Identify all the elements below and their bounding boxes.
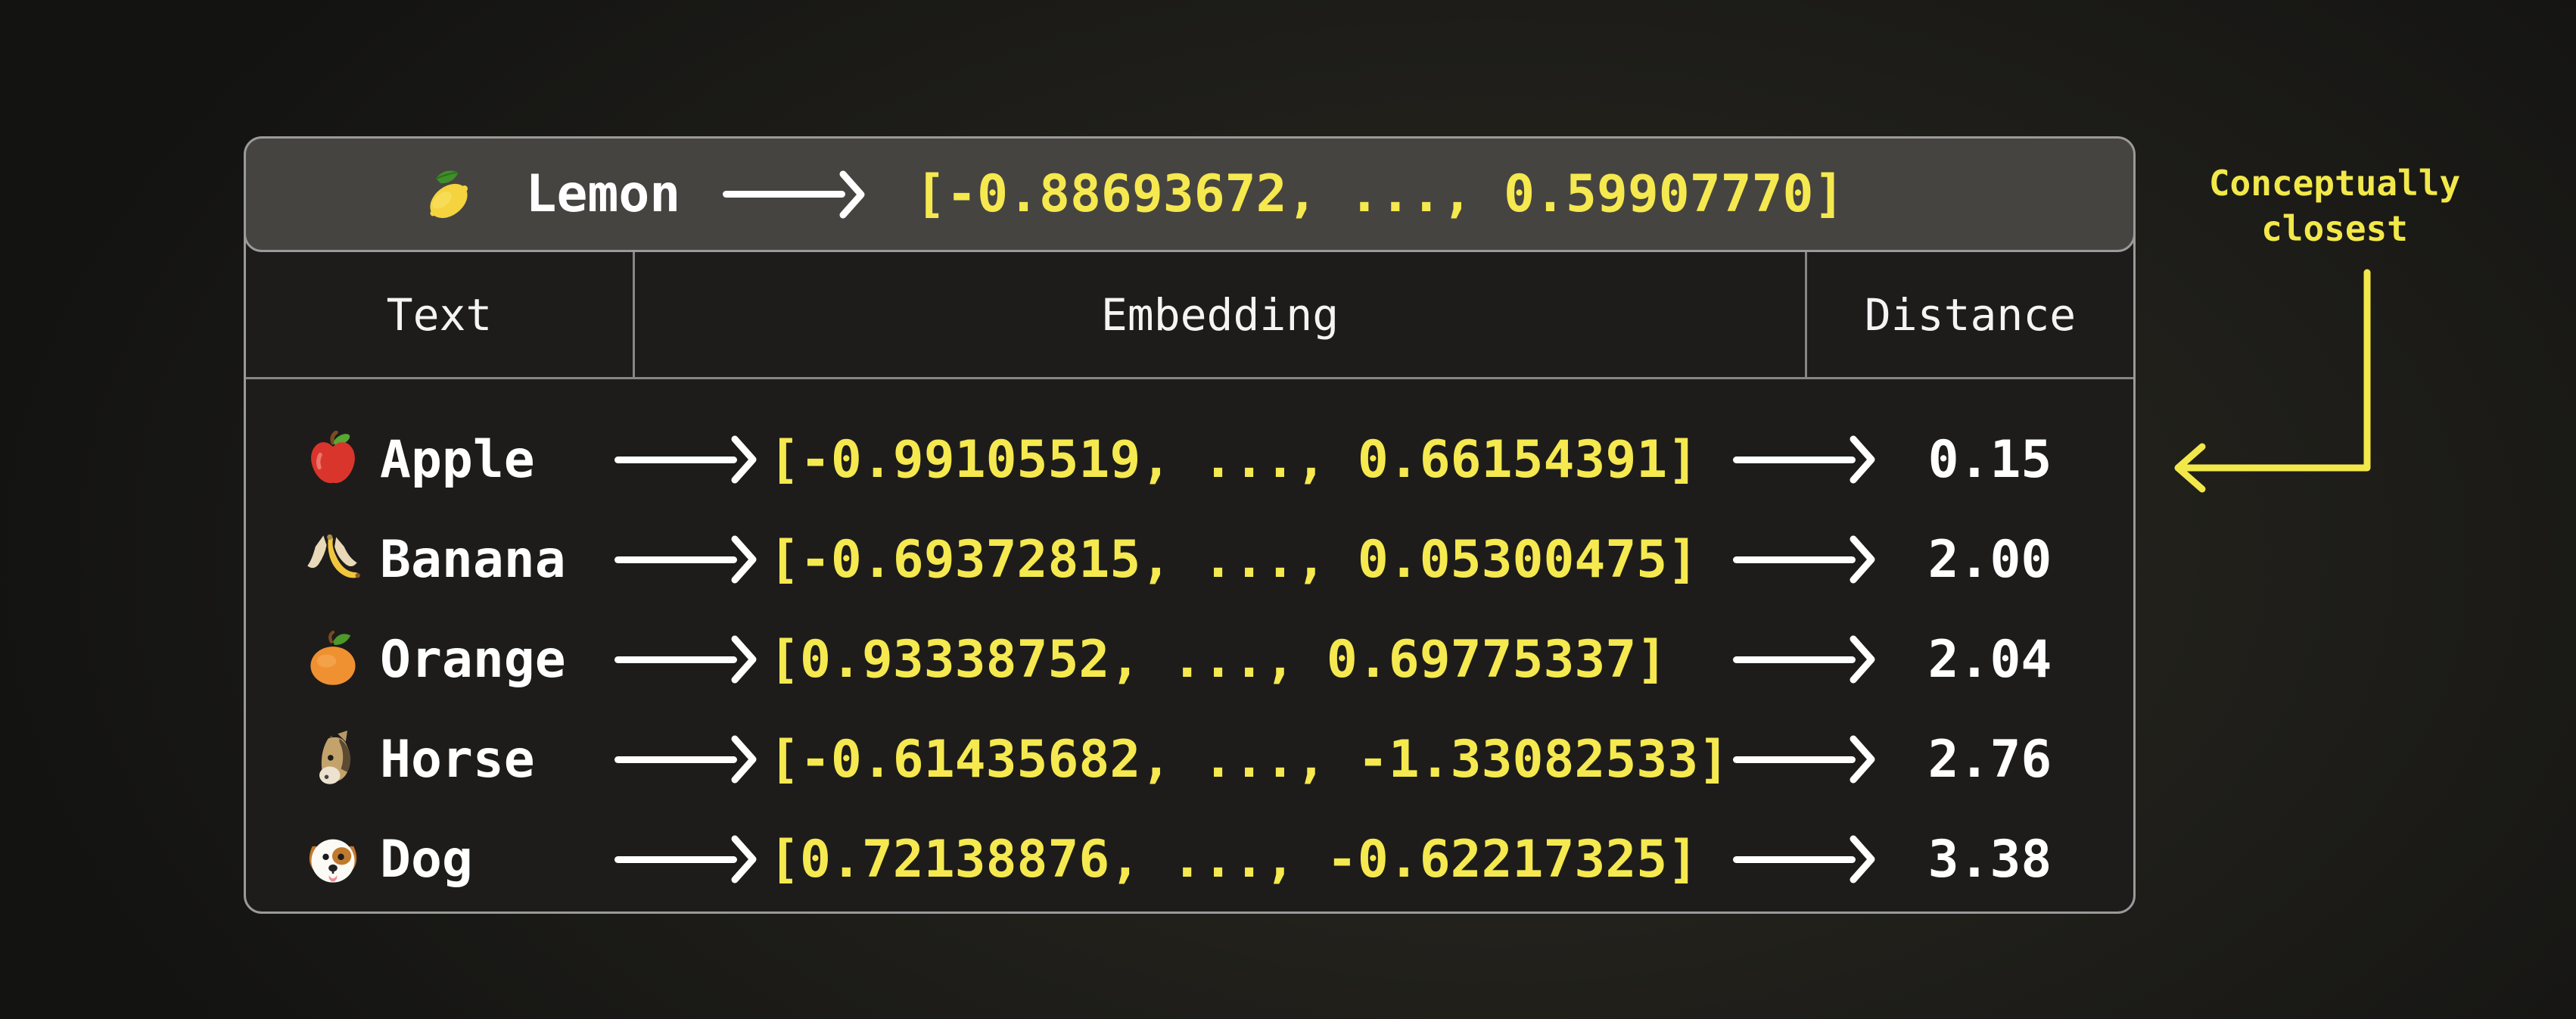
embedding-table: Text Embedding Distance Apple [-0.991055…: [244, 194, 2136, 914]
right-arrow-icon: [614, 734, 758, 785]
horse-icon: [304, 731, 380, 788]
query-bar: Lemon [-0.88693672, ..., 0.59907770]: [244, 136, 2136, 252]
row-label: Orange: [380, 630, 614, 690]
row-distance: 2.00: [1877, 530, 2133, 590]
annotation-line1: Conceptually: [2195, 160, 2475, 206]
row-embedding: [-0.99105519, ..., 0.66154391]: [758, 430, 1733, 490]
table-row: Apple [-0.99105519, ..., 0.66154391] 0.1…: [246, 410, 2133, 510]
row-distance: 2.76: [1877, 730, 2133, 790]
diagram-canvas: Lemon [-0.88693672, ..., 0.59907770] Tex…: [0, 0, 2576, 1019]
table-row: Dog [0.72138876, ..., -0.62217325] 3.38: [246, 809, 2133, 909]
table-row: Banana [-0.69372815, ..., 0.05300475] 2.…: [246, 510, 2133, 609]
query-embedding: [-0.88693672, ..., 0.59907770]: [915, 164, 1844, 224]
column-header-text: Text: [246, 252, 633, 377]
column-header-embedding: Embedding: [633, 252, 1805, 377]
table-row: Orange [0.93338752, ..., 0.69775337] 2.0…: [246, 609, 2133, 709]
table-rows: Apple [-0.99105519, ..., 0.66154391] 0.1…: [246, 379, 2133, 909]
right-arrow-icon: [1733, 534, 1877, 585]
right-arrow-icon: [1733, 734, 1877, 785]
query-label: Lemon: [526, 164, 681, 224]
row-label: Dog: [380, 830, 614, 890]
row-label: Horse: [380, 730, 614, 790]
right-arrow-icon: [614, 634, 758, 685]
annotation-label: Conceptually closest: [2195, 160, 2475, 251]
row-distance: 2.04: [1877, 630, 2133, 690]
embedding-table-card: Lemon [-0.88693672, ..., 0.59907770] Tex…: [244, 136, 2136, 914]
orange-icon: [304, 631, 380, 688]
row-embedding: [0.93338752, ..., 0.69775337]: [758, 630, 1733, 690]
row-label: Banana: [380, 530, 614, 590]
dog-icon: [304, 830, 380, 888]
query-row: Lemon [-0.88693672, ..., 0.59907770]: [420, 164, 1845, 224]
apple-icon: [304, 431, 380, 488]
annotation-line2: closest: [2195, 206, 2475, 251]
row-embedding: [-0.61435682, ..., -1.33082533]: [758, 730, 1733, 790]
row-distance: 0.15: [1877, 430, 2133, 490]
row-distance: 3.38: [1877, 830, 2133, 890]
annotation-arrow-icon: [2149, 265, 2391, 500]
right-arrow-icon: [1733, 634, 1877, 685]
column-header-row: Text Embedding Distance: [246, 252, 2133, 379]
table-row: Horse [-0.61435682, ..., -1.33082533] 2.…: [246, 709, 2133, 809]
row-label: Apple: [380, 430, 614, 490]
right-arrow-icon: [723, 169, 866, 220]
row-embedding: [-0.69372815, ..., 0.05300475]: [758, 530, 1733, 590]
right-arrow-icon: [614, 434, 758, 485]
right-arrow-icon: [614, 534, 758, 585]
lemon-icon: [420, 166, 496, 223]
row-embedding: [0.72138876, ..., -0.62217325]: [758, 830, 1733, 890]
right-arrow-icon: [1733, 834, 1877, 885]
right-arrow-icon: [614, 834, 758, 885]
banana-icon: [304, 531, 380, 588]
right-arrow-icon: [1733, 434, 1877, 485]
column-header-distance: Distance: [1805, 252, 2133, 377]
